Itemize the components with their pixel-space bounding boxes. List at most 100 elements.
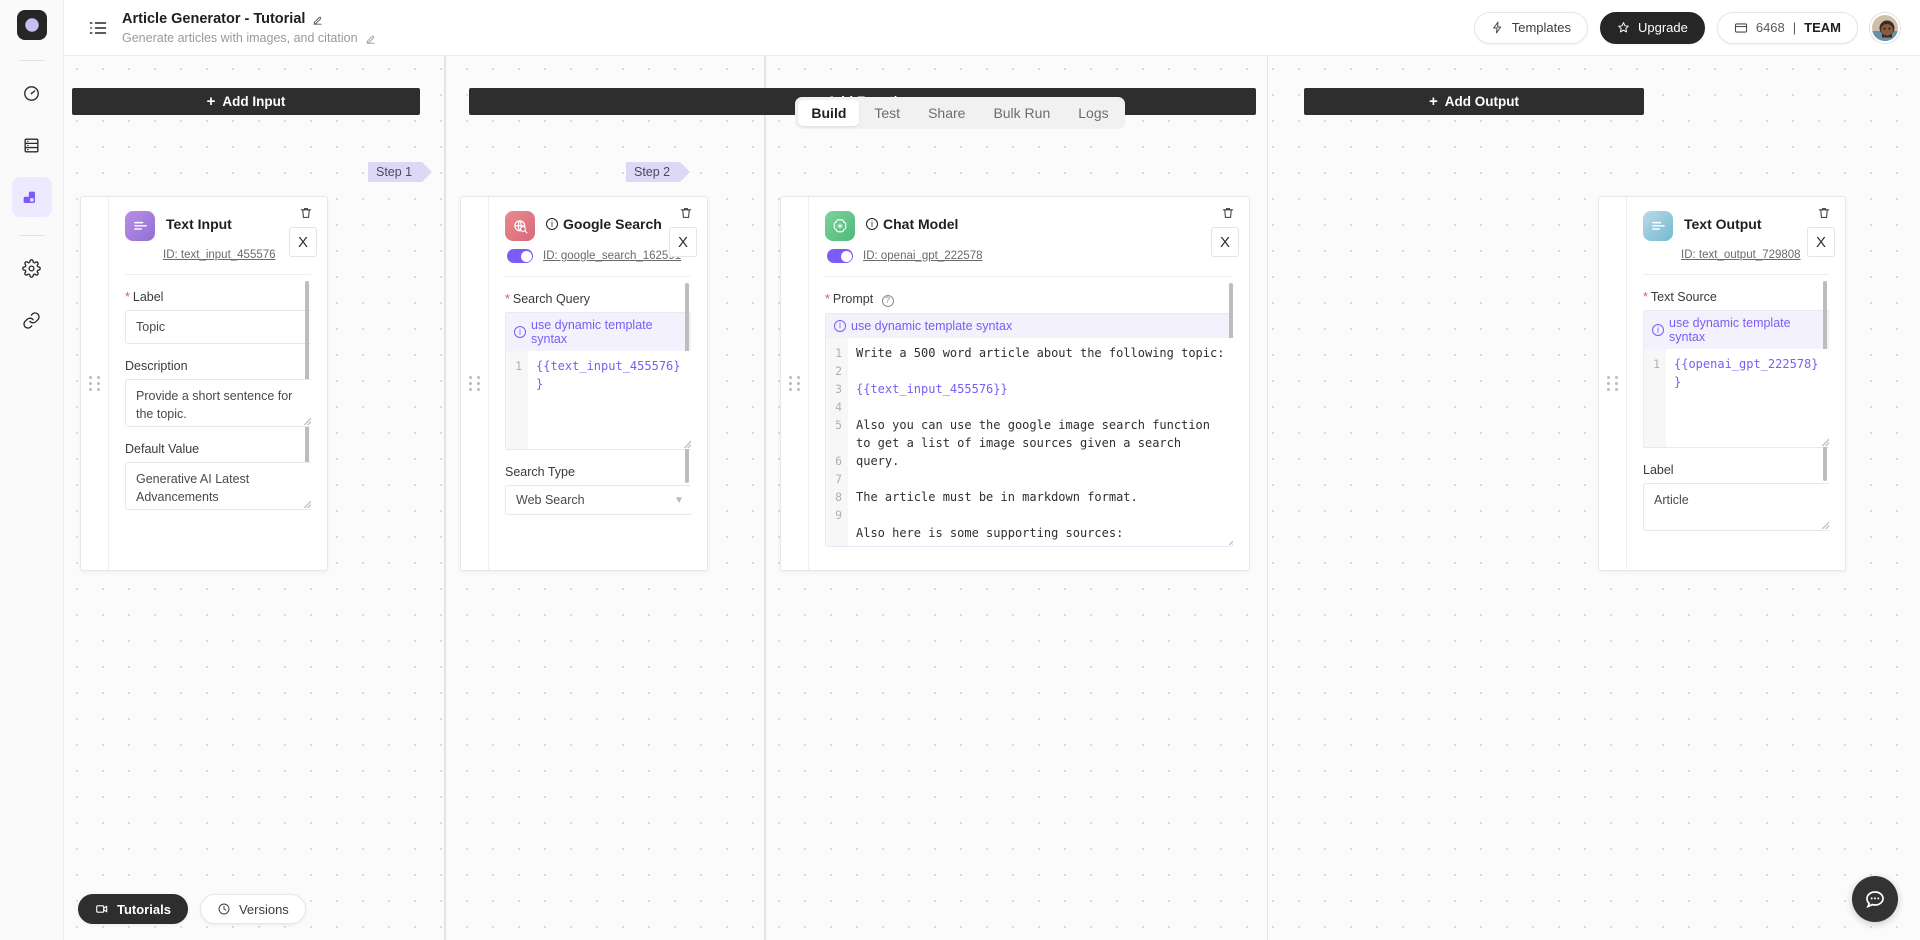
close-node-button-chat-model[interactable]: X [1211,227,1239,257]
resize-grip-icon[interactable] [1229,536,1233,545]
prompt-editor[interactable]: i use dynamic template syntax 123456789 … [825,312,1233,547]
search-query-code-text[interactable]: {{text_input_455576}} [528,351,691,449]
node-google-search[interactable]: i Google Search X ID: google_search_1625… [460,196,708,571]
search-query-editor[interactable]: i use dynamic template syntax 1 {{text_i… [505,312,691,450]
resize-grip-icon[interactable] [684,440,691,448]
field-search-query: * Search Query i use dynamic template syn… [505,292,691,450]
resize-grip-icon[interactable] [304,417,311,426]
drag-dots-icon [469,376,480,391]
close-node-button-google-search[interactable]: X [669,227,697,257]
gauge-icon [24,85,39,101]
tab-share[interactable]: Share [915,100,978,126]
required-marker: * [1643,290,1648,304]
prompt-code-area[interactable]: 123456789 Write a 500 word article about… [826,337,1233,546]
tab-build[interactable]: Build [798,100,860,126]
info-icon: i [1652,324,1664,336]
close-node-button-text-output[interactable]: X [1807,227,1835,257]
node-header-text-output: Text Output [1643,211,1829,241]
avatar-image [1872,14,1898,41]
drag-handle-chat-model[interactable] [781,197,809,570]
versions-button[interactable]: Versions [199,894,306,924]
node-scroll-chat-model[interactable]: * Prompt ? i use dynamic template syntax … [825,277,1233,567]
label-input[interactable]: Topic [125,310,311,345]
drag-handle-text-output[interactable] [1599,197,1627,570]
tab-bulk-run[interactable]: Bulk Run [980,100,1063,126]
chevron-down-icon: ▼ [674,494,684,506]
delete-node-button-google-search[interactable] [679,206,693,225]
help-icon[interactable]: ? [881,294,894,307]
enable-toggle-google-search[interactable] [507,249,533,263]
dynamic-syntax-hint: i use dynamic template syntax [1644,311,1829,349]
tutorials-button[interactable]: Tutorials [78,894,188,924]
field-text-source-caption: * Text Source [1643,290,1717,304]
column-divider-2b [765,56,766,940]
sidebar-item-datasets[interactable] [12,125,52,165]
sidebar-item-dashboard[interactable] [12,73,52,113]
node-scroll-text-output[interactable]: * Text Source i use dynamic template synt… [1643,275,1829,565]
node-body-google-search: i Google Search X ID: google_search_1625… [489,197,707,570]
left-rail [0,0,64,940]
text-source-editor[interactable]: i use dynamic template syntax 1 {{openai… [1643,310,1829,448]
templates-button[interactable]: Templates [1473,11,1588,44]
search-type-select[interactable]: Web Search ▼ [505,485,691,515]
search-query-code-area[interactable]: 1 {{text_input_455576}} [506,351,691,449]
drag-dots-icon [89,376,100,391]
upgrade-button[interactable]: Upgrade [1599,11,1705,44]
node-text-input[interactable]: Text Input X ID: text_input_455576 * Labe… [80,196,328,571]
default-value-textarea[interactable]: Generative AI Latest Advancements [125,462,311,511]
text-source-code-text[interactable]: {{openai_gpt_222578}} [1666,349,1829,447]
drag-handle-google-search[interactable] [461,197,489,570]
close-node-button-text-input[interactable]: X [289,227,317,257]
credits-button[interactable]: 6468 | TEAM [1716,11,1858,44]
node-id-text-output[interactable]: ID: text_output_729808 [1681,249,1801,261]
node-id-text-input[interactable]: ID: text_input_455576 [163,249,276,261]
line-numbers: 1 [506,351,528,449]
field-prompt-caption: * Prompt ? [825,292,1233,307]
tab-test[interactable]: Test [861,100,913,126]
text-input-icon [125,211,155,241]
output-label-textarea[interactable]: Article [1643,483,1829,531]
avatar[interactable] [1870,12,1900,43]
sidebar-item-settings[interactable] [12,248,52,288]
plan-label: TEAM [1804,20,1841,35]
required-marker: * [125,290,130,304]
delete-node-button-chat-model[interactable] [1221,206,1235,225]
edit-title-icon[interactable] [312,13,323,25]
step-tag-1: Step 1 [368,162,433,182]
tab-strip: Build Test Share Bulk Run Logs [795,97,1125,129]
chat-support-button[interactable] [1852,876,1898,922]
header-actions: Templates Upgrade 6468 | TEAM [1473,11,1900,44]
text-source-code-area[interactable]: 1 {{openai_gpt_222578}} [1644,349,1829,447]
node-scroll-text-input[interactable]: * Label Topic Description Provide a short… [125,275,311,565]
drag-handle-text-input[interactable] [81,197,109,570]
sidebar-item-apps[interactable] [11,177,52,217]
description-textarea[interactable]: Provide a short sentence for the topic. [125,379,311,428]
app-logo[interactable] [16,10,47,40]
enable-toggle-chat-model[interactable] [827,249,853,263]
delete-node-button-text-input[interactable] [299,206,313,225]
workflow-menu-button[interactable] [88,18,108,38]
prompt-code-text[interactable]: Write a 500 word article about the follo… [848,338,1233,546]
rail-divider-bottom [18,235,45,236]
tab-logs[interactable]: Logs [1065,100,1121,126]
node-scroll-google-search[interactable]: * Search Query i use dynamic template syn… [505,277,691,567]
node-id-chat-model[interactable]: ID: openai_gpt_222578 [863,250,983,262]
node-text-output[interactable]: Text Output X ID: text_output_729808 * Te… [1598,196,1846,571]
field-output-label-caption: Label [1643,463,1674,477]
node-sub-chat-model: ID: openai_gpt_222578 [825,249,1233,263]
node-id-google-search[interactable]: ID: google_search_162591 [543,250,681,262]
resize-grip-icon[interactable] [1822,521,1829,529]
info-icon[interactable]: i [866,218,878,230]
node-sub-text-output: ID: text_output_729808 [1643,249,1829,261]
sidebar-item-integrations[interactable] [12,300,52,340]
resize-grip-icon[interactable] [304,500,311,509]
node-chat-model[interactable]: i Chat Model X ID: openai_gpt_222578 * Pr… [780,196,1250,571]
field-description: Description Provide a short sentence for… [125,359,311,428]
edit-subtitle-icon[interactable] [365,32,376,44]
delete-node-button-text-output[interactable] [1817,206,1831,225]
node-body-chat-model: i Chat Model X ID: openai_gpt_222578 * Pr… [809,197,1249,570]
workflow-canvas[interactable]: + Add Input + Add Function + Add Output … [64,56,1920,940]
page-subtitle: Generate articles with images, and citat… [122,30,358,45]
resize-grip-icon[interactable] [1822,438,1829,446]
info-icon[interactable]: i [546,218,558,230]
